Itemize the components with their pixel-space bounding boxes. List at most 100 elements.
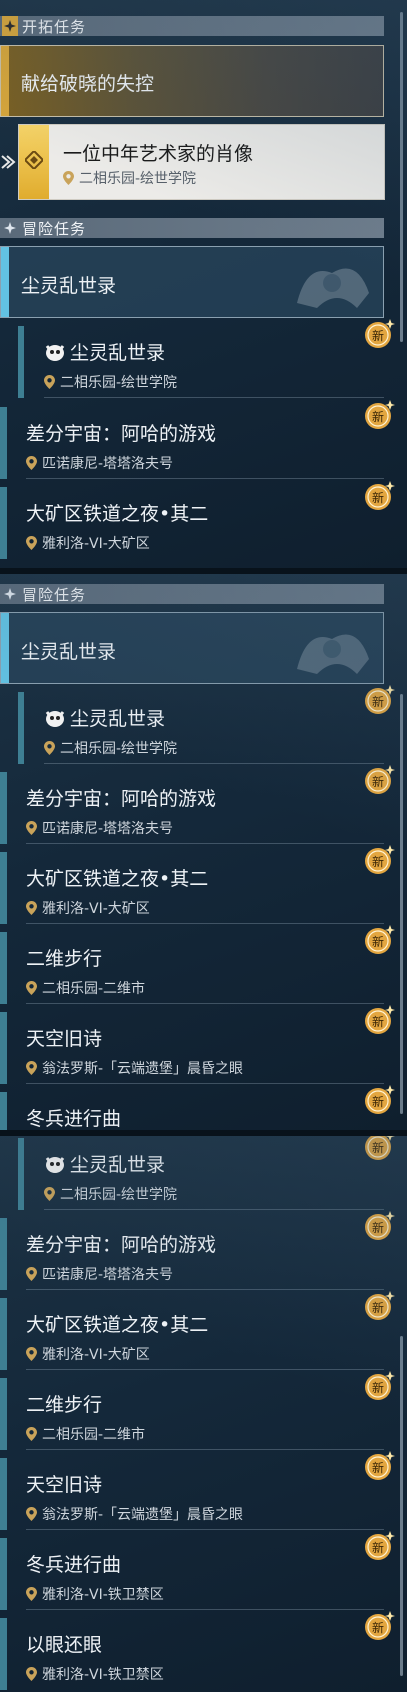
divider: [26, 1083, 384, 1084]
new-badge-icon: 新: [365, 1005, 395, 1034]
quest-item-partial[interactable]: 冬兵进行曲: [0, 1092, 384, 1130]
location-pin-icon: [63, 171, 74, 185]
location-text: 二相乐园-二维市: [42, 981, 146, 997]
svg-text:新: 新: [372, 1460, 384, 1475]
panel-2: 冒险任务 尘灵乱世录 尘灵乱世录 二相乐园-绘世学院 新 差分宇宙：阿哈的游戏 …: [0, 574, 407, 1130]
svg-text:新: 新: [372, 1620, 384, 1635]
location-text: 雅利洛-VI-铁卫禁区: [42, 1667, 164, 1683]
location-pin-icon: [26, 821, 37, 835]
adventure-icon: [2, 218, 18, 238]
quest-location: 雅利洛-VI-铁卫禁区: [26, 1584, 164, 1604]
divider: [44, 763, 384, 764]
location-pin-icon: [26, 1427, 37, 1441]
divider: [26, 478, 384, 479]
group-emblem-icon: [297, 634, 369, 674]
location-text: 二相乐园-绘世学院: [60, 1187, 178, 1203]
quest-item[interactable]: 二维步行 二相乐园-二维市: [0, 1378, 384, 1450]
accent-bar: [18, 326, 24, 398]
svg-text:新: 新: [372, 1540, 384, 1555]
section-title: 冒险任务: [22, 585, 87, 604]
location-pin-icon: [26, 981, 37, 995]
svg-text:新: 新: [372, 1220, 384, 1235]
location-pin-icon: [26, 1061, 37, 1075]
mission-title: 献给破晓的失控: [21, 73, 155, 95]
quest-item[interactable]: 差分宇宙：阿哈的游戏 匹诺康尼-塔塔洛夫号: [0, 1218, 384, 1290]
accent-bar: [18, 1138, 24, 1210]
mission-title: 一位中年艺术家的肖像: [63, 143, 254, 165]
quest-title: 冬兵进行曲: [26, 1108, 122, 1130]
quest-item[interactable]: 大矿区铁道之夜•其二 雅利洛-VI-大矿区: [0, 1298, 384, 1370]
quest-title: 尘灵乱世录: [70, 342, 166, 364]
quest-location: 二相乐园-二维市: [26, 978, 145, 998]
quest-group-dust[interactable]: 尘灵乱世录: [0, 246, 384, 318]
svg-text:新: 新: [372, 934, 384, 949]
quest-location: 翁法罗斯-「云端遗堡」晨昏之眼: [26, 1504, 243, 1524]
location-pin-icon: [26, 1587, 37, 1601]
panel-1: 开拓任务 献给破晓的失控 一位中年艺术家的肖像 二相乐园-绘世学院 冒险任务 尘…: [0, 0, 407, 568]
accent-bar: [1, 46, 9, 116]
quest-item[interactable]: 尘灵乱世录 二相乐园-绘世学院: [0, 692, 384, 764]
quest-location: 匹诺康尼-塔塔洛夫号: [26, 1264, 173, 1284]
divider: [26, 1289, 384, 1290]
scrollbar[interactable]: [400, 694, 403, 1114]
location-pin-icon: [26, 1347, 37, 1361]
new-badge-icon: 新: [365, 925, 395, 954]
scrollbar[interactable]: [400, 12, 403, 342]
quest-title: 天空旧诗: [26, 1474, 103, 1496]
accent-bar: [0, 1618, 7, 1690]
accent-bar: [0, 1538, 7, 1610]
divider: [44, 1209, 384, 1210]
quest-item[interactable]: 差分宇宙：阿哈的游戏 匹诺康尼-塔塔洛夫号: [0, 407, 384, 479]
accent-bar: [1, 613, 9, 683]
quest-item[interactable]: 大矿区铁道之夜•其二 雅利洛-VI-大矿区: [0, 852, 384, 924]
new-badge-icon: 新: [365, 765, 395, 794]
accent-bar: [0, 1092, 7, 1130]
group-title: 尘灵乱世录: [21, 641, 117, 663]
svg-text:新: 新: [372, 490, 384, 505]
panel-3: 尘灵乱世录 二相乐园-绘世学院 新 差分宇宙：阿哈的游戏 匹诺康尼-塔塔洛夫号 …: [0, 1136, 407, 1692]
new-badge-icon: 新: [365, 1371, 395, 1400]
quest-item[interactable]: 天空旧诗 翁法罗斯-「云端遗堡」晨昏之眼: [0, 1012, 384, 1084]
quest-location: 二相乐园-二维市: [26, 1424, 145, 1444]
quest-item[interactable]: 以眼还眼 雅利洛-VI-铁卫禁区: [0, 1618, 384, 1690]
accent-bar: [0, 1378, 7, 1450]
mission-card-dawn[interactable]: 献给破晓的失控: [0, 45, 384, 117]
section-header-trailblaze: 开拓任务: [0, 16, 384, 36]
accent-bar: [0, 1298, 7, 1370]
location-text: 二相乐园-绘世学院: [79, 171, 197, 187]
location-pin-icon: [26, 1267, 37, 1281]
svg-text:新: 新: [372, 1300, 384, 1315]
quest-title: 二维步行: [26, 1394, 103, 1416]
scrollbar[interactable]: [400, 1336, 403, 1676]
quest-location: 雅利洛-VI-铁卫禁区: [26, 1664, 164, 1684]
trailblaze-icon: [2, 16, 18, 36]
accent-bar: [18, 692, 24, 764]
quest-title: 二维步行: [26, 948, 103, 970]
quest-item[interactable]: 差分宇宙：阿哈的游戏 匹诺康尼-塔塔洛夫号: [0, 772, 384, 844]
quest-item[interactable]: 冬兵进行曲 雅利洛-VI-铁卫禁区: [0, 1538, 384, 1610]
mission-card-portrait[interactable]: 一位中年艺术家的肖像 二相乐园-绘世学院: [18, 124, 385, 200]
quest-title: 大矿区铁道之夜•其二: [26, 1314, 209, 1336]
quest-title-row: 尘灵乱世录: [44, 704, 165, 731]
quest-item[interactable]: 天空旧诗 翁法罗斯-「云端遗堡」晨昏之眼: [0, 1458, 384, 1530]
quest-location: 匹诺康尼-塔塔洛夫号: [26, 818, 173, 838]
new-badge-icon: 新: [365, 1531, 395, 1560]
quest-location: 二相乐园-绘世学院: [44, 1184, 177, 1204]
location-text: 匹诺康尼-塔塔洛夫号: [42, 821, 174, 837]
quest-item[interactable]: 尘灵乱世录 二相乐园-绘世学院: [0, 326, 384, 398]
location-pin-icon: [44, 1187, 55, 1201]
quest-item[interactable]: 尘灵乱世录 二相乐园-绘世学院: [0, 1138, 384, 1210]
quest-item[interactable]: 二维步行 二相乐园-二维市: [0, 932, 384, 1004]
pom-pom-icon: [45, 710, 65, 727]
location-pin-icon: [26, 1507, 37, 1521]
quest-item[interactable]: 大矿区铁道之夜•其二 雅利洛-VI-大矿区: [0, 487, 384, 559]
quest-group-dust[interactable]: 尘灵乱世录: [0, 612, 384, 684]
quest-title: 尘灵乱世录: [70, 708, 166, 730]
svg-text:新: 新: [372, 694, 384, 709]
divider: [26, 1449, 384, 1450]
location-text: 二相乐园-绘世学院: [60, 741, 178, 757]
quest-title: 大矿区铁道之夜•其二: [26, 503, 209, 525]
new-badge-icon: 新: [365, 481, 395, 510]
svg-text:新: 新: [372, 1094, 384, 1109]
new-badge-icon: 新: [365, 1085, 395, 1114]
